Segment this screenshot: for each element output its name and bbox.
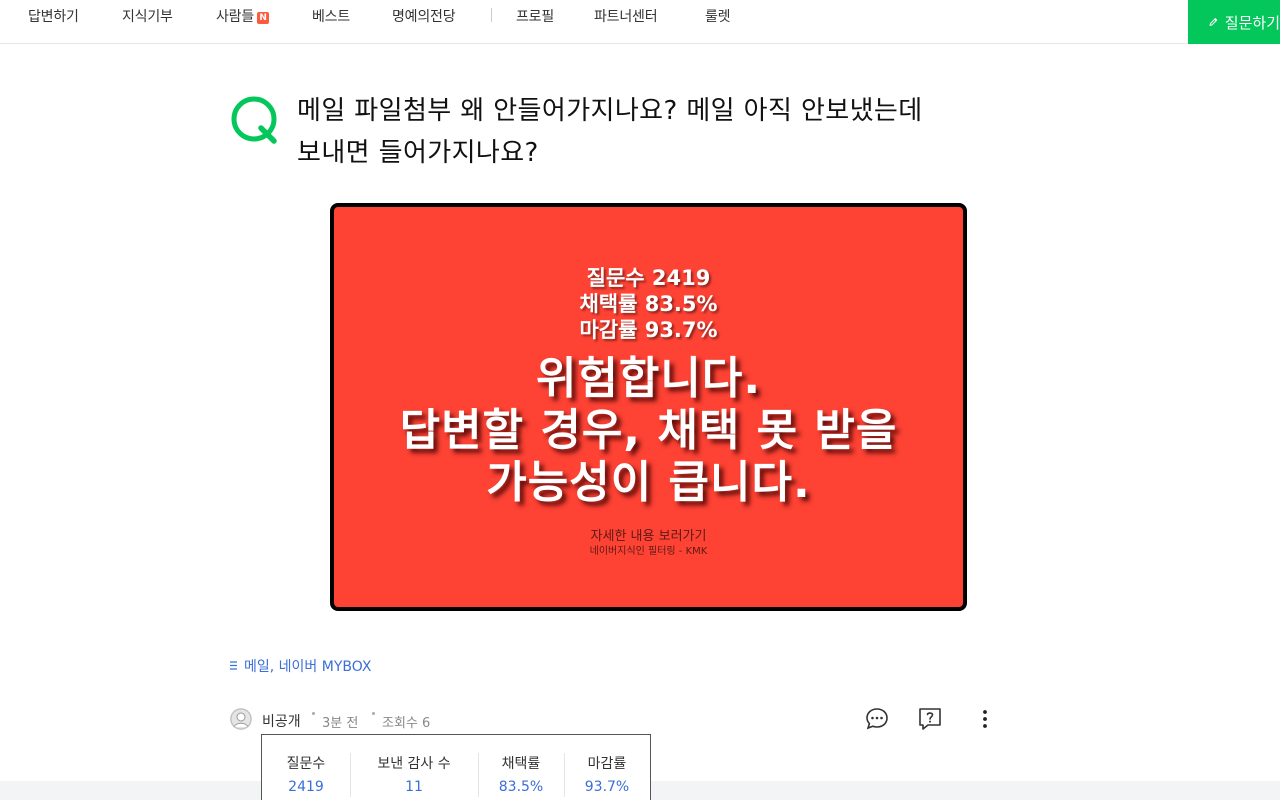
meta-separator xyxy=(312,712,315,715)
question-tags[interactable]: 메일, 네이버 MYBOX xyxy=(229,656,371,676)
new-badge: N xyxy=(257,12,270,24)
nav-answer[interactable]: 답변하기 xyxy=(28,6,79,26)
banner-warning-line2: 답변할 경우, 채택 못 받을 xyxy=(399,405,898,456)
avatar-icon xyxy=(230,708,252,730)
stat-label: 채택률 xyxy=(501,756,541,772)
ask-question-button[interactable]: 질문하기 xyxy=(1188,0,1280,44)
q-logo-icon xyxy=(231,96,277,144)
comment-icon[interactable] xyxy=(864,706,890,732)
nav-knowledge-donation[interactable]: 지식기부 xyxy=(122,6,173,26)
stat-value: 83.5% xyxy=(498,779,544,795)
nav-best[interactable]: 베스트 xyxy=(312,6,350,26)
banner-question-count: 질문수 2419 xyxy=(586,266,711,290)
asker-stats-box: 질문수 2419 보낸 감사 수 11 채택률 83.5% 마감률 93.7% xyxy=(261,734,651,800)
stat-thanks-sent: 보낸 감사 수 11 xyxy=(350,753,478,800)
stat-question-count: 질문수 2419 xyxy=(262,753,350,800)
tag-list-text: 메일, 네이버 MYBOX xyxy=(244,659,372,675)
ask-question-label: 질문하기 xyxy=(1224,13,1280,32)
banner-warning-line3: 가능성이 큽니다. xyxy=(486,457,811,508)
nav-divider xyxy=(491,8,492,22)
stat-adoption-rate: 채택률 83.5% xyxy=(478,753,564,800)
banner-adoption-rate: 채택률 83.5% xyxy=(579,292,718,316)
risk-warning-banner: 질문수 2419 채택률 83.5% 마감률 93.7% 위험합니다. 답변할 … xyxy=(330,203,967,611)
stat-value: 11 xyxy=(405,779,423,795)
question-report-icon[interactable] xyxy=(917,706,943,732)
question-title-line2: 보내면 들어가지나요? xyxy=(297,138,539,168)
nav-hall-of-fame[interactable]: 명예의전당 xyxy=(392,6,456,26)
nav-roulette[interactable]: 룰렛 xyxy=(705,6,731,26)
nav-people[interactable]: 사람들 N xyxy=(216,6,270,26)
banner-close-rate: 마감률 93.7% xyxy=(579,318,718,342)
stat-value: 93.7% xyxy=(584,779,630,795)
banner-warning-text: 위험합니다. 답변할 경우, 채택 못 받을 가능성이 큽니다. xyxy=(334,353,963,509)
stat-label: 질문수 xyxy=(286,756,326,772)
banner-warning-line1: 위험합니다. xyxy=(535,353,762,404)
question-title-line1: 메일 파일첨부 왜 안들어가지나요? 메일 아직 안보냈는데 xyxy=(297,96,923,126)
post-time: 3분 전 xyxy=(322,716,359,731)
stat-value: 2419 xyxy=(288,779,324,795)
top-navigation: 답변하기 지식기부 사람들 N 베스트 명예의전당 프로필 파트너센터 룰렛 질문… xyxy=(0,0,1280,44)
question-title: 메일 파일첨부 왜 안들어가지나요? 메일 아직 안보냈는데 보내면 들어가지나… xyxy=(297,90,997,174)
stat-label: 보낸 감사 수 xyxy=(377,756,451,772)
banner-credit: 네이버지식인 필터링 - KMK xyxy=(589,546,708,557)
stat-label: 마감률 xyxy=(587,756,627,772)
author-name[interactable]: 비공개 xyxy=(262,711,301,731)
pencil-icon xyxy=(1209,18,1218,26)
banner-stats: 질문수 2419 채택률 83.5% 마감률 93.7% xyxy=(334,265,963,343)
nav-partner-center[interactable]: 파트너센터 xyxy=(594,6,658,26)
nav-people-label: 사람들 xyxy=(216,9,255,25)
view-count: 조회수 6 xyxy=(382,716,431,731)
meta-separator xyxy=(372,712,375,715)
more-vertical-icon[interactable] xyxy=(972,706,998,732)
nav-profile[interactable]: 프로필 xyxy=(516,6,554,26)
stat-close-rate: 마감률 93.7% xyxy=(564,753,650,800)
tag-list-icon xyxy=(230,661,237,670)
